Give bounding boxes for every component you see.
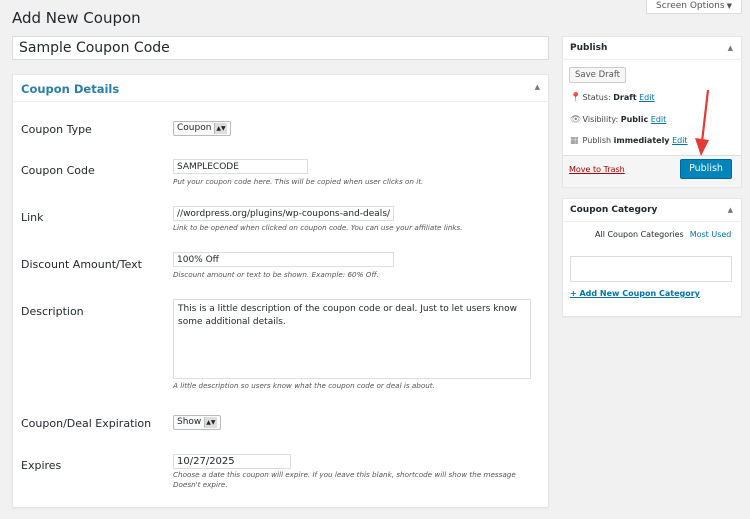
page-title: Add New Coupon xyxy=(12,9,141,27)
expires-date-input[interactable]: 10/27/2025 xyxy=(173,454,291,469)
publish-time-row: ▦ Publish immediately Edit xyxy=(570,136,688,146)
coupon-category-box: Coupon Category ▲ All Coupon Categories M… xyxy=(562,198,742,317)
discount-input[interactable]: 100% Off xyxy=(173,252,394,267)
select-caret-icon: ▲▼ xyxy=(214,123,227,134)
tab-all-categories[interactable]: All Coupon Categories xyxy=(595,229,684,240)
coupon-type-value: Coupon xyxy=(177,123,212,133)
status-value: Draft xyxy=(613,93,637,102)
expiration-label: Coupon/Deal Expiration xyxy=(21,417,152,430)
add-new-category-link[interactable]: + Add New Coupon Category xyxy=(570,289,700,298)
pin-icon: 📍 xyxy=(570,93,582,103)
collapse-triangle-icon[interactable]: ▲ xyxy=(728,44,733,52)
collapse-triangle-icon[interactable]: ▲ xyxy=(728,206,733,214)
move-to-trash-link[interactable]: Move to Trash xyxy=(569,165,625,174)
status-label: Status: xyxy=(582,93,611,102)
expiration-select[interactable]: Show ▲▼ xyxy=(173,415,221,430)
select-caret-icon: ▲▼ xyxy=(204,417,217,428)
visibility-edit-link[interactable]: Edit xyxy=(651,115,667,124)
calendar-icon: ▦ xyxy=(570,136,579,146)
visibility-label: Visibility: xyxy=(582,115,619,124)
save-draft-button[interactable]: Save Draft xyxy=(569,67,626,83)
coupon-category-heading: Coupon Category xyxy=(570,205,658,215)
coupon-details-heading: Coupon Details xyxy=(21,82,120,96)
tab-most-used[interactable]: Most Used xyxy=(690,230,732,239)
coupon-code-label: Coupon Code xyxy=(21,164,95,177)
expires-label: Expires xyxy=(21,459,62,472)
coupon-category-header[interactable]: Coupon Category ▲ xyxy=(563,199,741,222)
publish-button[interactable]: Publish xyxy=(680,159,732,179)
link-label: Link xyxy=(21,211,44,224)
coupon-details-box: Coupon Details ▲ Coupon Type Coupon ▲▼ Co… xyxy=(12,74,549,508)
annotation-arrow-icon xyxy=(695,89,710,156)
coupon-details-header[interactable]: Coupon Details ▲ xyxy=(13,75,548,102)
status-edit-link[interactable]: Edit xyxy=(639,93,655,102)
status-row: 📍 Status: Draft Edit xyxy=(570,93,655,103)
category-checklist[interactable] xyxy=(570,256,732,282)
discount-hint: Discount amount or text to be shown. Exa… xyxy=(173,270,379,279)
screen-options-label: Screen Options xyxy=(656,1,725,11)
link-input[interactable]: //wordpress.org/plugins/wp-coupons-and-d… xyxy=(173,206,394,221)
publish-time-edit-link[interactable]: Edit xyxy=(672,136,688,145)
discount-label: Discount Amount/Text xyxy=(21,258,142,271)
visibility-row: 👁 Visibility: Public Edit xyxy=(570,115,666,125)
eye-icon: 👁 xyxy=(570,115,582,125)
description-label: Description xyxy=(21,305,84,318)
collapse-triangle-icon[interactable]: ▲ xyxy=(535,83,540,91)
coupon-code-input[interactable]: SAMPLECODE xyxy=(173,159,308,174)
description-textarea[interactable]: This is a little description of the coup… xyxy=(173,299,531,379)
chevron-down-icon: ▼ xyxy=(726,2,732,10)
expiration-value: Show xyxy=(177,417,202,427)
link-hint: Link to be opened when clicked on coupon… xyxy=(173,223,463,232)
visibility-value: Public xyxy=(620,115,649,124)
category-tabs: All Coupon Categories Most Used xyxy=(595,229,740,240)
publish-time-value: immediately xyxy=(613,136,670,145)
publish-actions: Move to Trash Publish xyxy=(563,155,741,187)
publish-heading: Publish xyxy=(570,43,608,53)
post-title-input[interactable]: Sample Coupon Code xyxy=(12,36,549,60)
expires-hint: Choose a date this coupon will expire. I… xyxy=(173,470,516,489)
coupon-type-label: Coupon Type xyxy=(21,123,92,136)
coupon-type-select[interactable]: Coupon ▲▼ xyxy=(173,121,231,136)
publish-time-label: Publish xyxy=(582,136,612,145)
publish-header[interactable]: Publish ▲ xyxy=(563,37,741,60)
publish-box: Publish ▲ Save Draft 📍 Status: Draft Edi… xyxy=(562,36,742,187)
description-hint: A little description so users know what … xyxy=(173,381,435,390)
coupon-code-hint: Put your coupon code here. This will be … xyxy=(173,177,424,186)
screen-options-button[interactable]: Screen Options ▼ xyxy=(646,0,742,14)
